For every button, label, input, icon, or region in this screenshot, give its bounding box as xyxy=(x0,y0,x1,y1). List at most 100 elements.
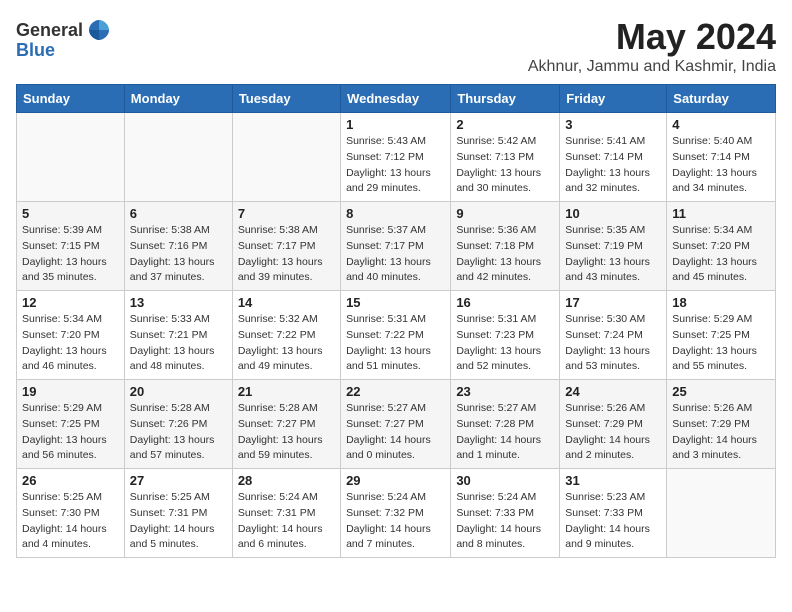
day-info: Sunrise: 5:33 AM Sunset: 7:21 PM Dayligh… xyxy=(130,312,227,375)
calendar-cell: 4 Sunrise: 5:40 AM Sunset: 7:14 PM Daylig… xyxy=(667,113,776,202)
calendar-cell: 2Sunrise: 5:42 AM Sunset: 7:13 PM Daylig… xyxy=(451,113,560,202)
calendar-cell: 18 Sunrise: 5:29 AM Sunset: 7:25 PM Dayli… xyxy=(667,291,776,380)
calendar-cell: 21 Sunrise: 5:28 AM Sunset: 7:27 PM Dayli… xyxy=(232,380,340,469)
day-info: Sunrise: 5:34 AM Sunset: 7:20 PM Dayligh… xyxy=(22,312,119,375)
calendar-week-row: 5 Sunrise: 5:39 AM Sunset: 7:15 PM Daylig… xyxy=(17,202,776,291)
day-number: 21 xyxy=(238,384,335,399)
day-number: 31 xyxy=(565,473,661,488)
day-info: Sunrise: 5:34 AM Sunset: 7:20 PM Dayligh… xyxy=(672,223,770,286)
day-info: Sunrise: 5:27 AM Sunset: 7:27 PM Dayligh… xyxy=(346,401,445,464)
day-number: 12 xyxy=(22,295,119,310)
calendar-cell: 16Sunrise: 5:31 AM Sunset: 7:23 PM Dayli… xyxy=(451,291,560,380)
day-number: 29 xyxy=(346,473,445,488)
day-info: Sunrise: 5:39 AM Sunset: 7:15 PM Dayligh… xyxy=(22,223,119,286)
day-number: 20 xyxy=(130,384,227,399)
calendar-cell: 6 Sunrise: 5:38 AM Sunset: 7:16 PM Daylig… xyxy=(124,202,232,291)
day-number: 17 xyxy=(565,295,661,310)
day-info: Sunrise: 5:24 AM Sunset: 7:31 PM Dayligh… xyxy=(238,490,335,553)
page-title: May 2024 xyxy=(528,16,776,58)
day-info: Sunrise: 5:24 AM Sunset: 7:33 PM Dayligh… xyxy=(456,490,554,553)
calendar-cell: 25Sunrise: 5:26 AM Sunset: 7:29 PM Dayli… xyxy=(667,380,776,469)
logo: General Blue xyxy=(16,16,113,61)
calendar-cell: 13 Sunrise: 5:33 AM Sunset: 7:21 PM Dayli… xyxy=(124,291,232,380)
day-number: 19 xyxy=(22,384,119,399)
title-block: May 2024 Akhnur, Jammu and Kashmir, Indi… xyxy=(528,16,776,76)
day-number: 28 xyxy=(238,473,335,488)
calendar-cell: 7Sunrise: 5:38 AM Sunset: 7:17 PM Daylig… xyxy=(232,202,340,291)
calendar-cell: 30 Sunrise: 5:24 AM Sunset: 7:33 PM Dayli… xyxy=(451,469,560,558)
logo-text-general: General xyxy=(16,20,83,41)
day-info: Sunrise: 5:28 AM Sunset: 7:26 PM Dayligh… xyxy=(130,401,227,464)
calendar-week-row: 12 Sunrise: 5:34 AM Sunset: 7:20 PM Dayli… xyxy=(17,291,776,380)
page-subtitle: Akhnur, Jammu and Kashmir, India xyxy=(528,58,776,76)
day-number: 6 xyxy=(130,206,227,221)
day-info: Sunrise: 5:25 AM Sunset: 7:31 PM Dayligh… xyxy=(130,490,227,553)
calendar-cell: 19 Sunrise: 5:29 AM Sunset: 7:25 PM Dayli… xyxy=(17,380,125,469)
day-number: 8 xyxy=(346,206,445,221)
calendar-cell: 5 Sunrise: 5:39 AM Sunset: 7:15 PM Daylig… xyxy=(17,202,125,291)
weekday-header-saturday: Saturday xyxy=(667,85,776,113)
day-info: Sunrise: 5:28 AM Sunset: 7:27 PM Dayligh… xyxy=(238,401,335,464)
calendar-week-row: 1Sunrise: 5:43 AM Sunset: 7:12 PM Daylig… xyxy=(17,113,776,202)
day-number: 27 xyxy=(130,473,227,488)
day-info: Sunrise: 5:27 AM Sunset: 7:28 PM Dayligh… xyxy=(456,401,554,464)
day-info: Sunrise: 5:24 AM Sunset: 7:32 PM Dayligh… xyxy=(346,490,445,553)
day-number: 10 xyxy=(565,206,661,221)
calendar-cell: 27 Sunrise: 5:25 AM Sunset: 7:31 PM Dayli… xyxy=(124,469,232,558)
day-info: Sunrise: 5:40 AM Sunset: 7:14 PM Dayligh… xyxy=(672,134,770,197)
day-number: 13 xyxy=(130,295,227,310)
day-info: Sunrise: 5:31 AM Sunset: 7:23 PM Dayligh… xyxy=(456,312,554,375)
calendar-cell: 26Sunrise: 5:25 AM Sunset: 7:30 PM Dayli… xyxy=(17,469,125,558)
calendar-cell: 8 Sunrise: 5:37 AM Sunset: 7:17 PM Daylig… xyxy=(341,202,451,291)
calendar-cell: 24 Sunrise: 5:26 AM Sunset: 7:29 PM Dayli… xyxy=(560,380,667,469)
day-info: Sunrise: 5:41 AM Sunset: 7:14 PM Dayligh… xyxy=(565,134,661,197)
day-info: Sunrise: 5:42 AM Sunset: 7:13 PM Dayligh… xyxy=(456,134,554,197)
day-info: Sunrise: 5:37 AM Sunset: 7:17 PM Dayligh… xyxy=(346,223,445,286)
day-number: 4 xyxy=(672,117,770,132)
calendar-cell xyxy=(667,469,776,558)
day-info: Sunrise: 5:31 AM Sunset: 7:22 PM Dayligh… xyxy=(346,312,445,375)
day-info: Sunrise: 5:36 AM Sunset: 7:18 PM Dayligh… xyxy=(456,223,554,286)
day-number: 24 xyxy=(565,384,661,399)
day-number: 14 xyxy=(238,295,335,310)
calendar-header-row: SundayMondayTuesdayWednesdayThursdayFrid… xyxy=(17,85,776,113)
day-info: Sunrise: 5:29 AM Sunset: 7:25 PM Dayligh… xyxy=(22,401,119,464)
calendar-cell xyxy=(232,113,340,202)
calendar-cell: 31 Sunrise: 5:23 AM Sunset: 7:33 PM Dayli… xyxy=(560,469,667,558)
weekday-header-friday: Friday xyxy=(560,85,667,113)
calendar-week-row: 26Sunrise: 5:25 AM Sunset: 7:30 PM Dayli… xyxy=(17,469,776,558)
calendar-cell: 10Sunrise: 5:35 AM Sunset: 7:19 PM Dayli… xyxy=(560,202,667,291)
day-info: Sunrise: 5:43 AM Sunset: 7:12 PM Dayligh… xyxy=(346,134,445,197)
calendar-cell xyxy=(17,113,125,202)
day-info: Sunrise: 5:32 AM Sunset: 7:22 PM Dayligh… xyxy=(238,312,335,375)
calendar-cell: 1Sunrise: 5:43 AM Sunset: 7:12 PM Daylig… xyxy=(341,113,451,202)
calendar-cell: 20 Sunrise: 5:28 AM Sunset: 7:26 PM Dayli… xyxy=(124,380,232,469)
day-info: Sunrise: 5:26 AM Sunset: 7:29 PM Dayligh… xyxy=(565,401,661,464)
day-number: 11 xyxy=(672,206,770,221)
logo-text-blue: Blue xyxy=(16,40,55,61)
calendar-week-row: 19 Sunrise: 5:29 AM Sunset: 7:25 PM Dayli… xyxy=(17,380,776,469)
day-number: 9 xyxy=(456,206,554,221)
day-info: Sunrise: 5:38 AM Sunset: 7:16 PM Dayligh… xyxy=(130,223,227,286)
day-number: 18 xyxy=(672,295,770,310)
weekday-header-sunday: Sunday xyxy=(17,85,125,113)
day-number: 15 xyxy=(346,295,445,310)
calendar-cell xyxy=(124,113,232,202)
day-number: 5 xyxy=(22,206,119,221)
calendar-cell: 14 Sunrise: 5:32 AM Sunset: 7:22 PM Dayli… xyxy=(232,291,340,380)
weekday-header-monday: Monday xyxy=(124,85,232,113)
day-info: Sunrise: 5:23 AM Sunset: 7:33 PM Dayligh… xyxy=(565,490,661,553)
calendar-cell: 12 Sunrise: 5:34 AM Sunset: 7:20 PM Dayli… xyxy=(17,291,125,380)
day-number: 23 xyxy=(456,384,554,399)
day-number: 30 xyxy=(456,473,554,488)
day-info: Sunrise: 5:26 AM Sunset: 7:29 PM Dayligh… xyxy=(672,401,770,464)
logo-icon xyxy=(85,16,113,44)
day-info: Sunrise: 5:29 AM Sunset: 7:25 PM Dayligh… xyxy=(672,312,770,375)
day-number: 7 xyxy=(238,206,335,221)
calendar-cell: 15 Sunrise: 5:31 AM Sunset: 7:22 PM Dayli… xyxy=(341,291,451,380)
calendar-cell: 9 Sunrise: 5:36 AM Sunset: 7:18 PM Daylig… xyxy=(451,202,560,291)
calendar-cell: 3Sunrise: 5:41 AM Sunset: 7:14 PM Daylig… xyxy=(560,113,667,202)
day-info: Sunrise: 5:30 AM Sunset: 7:24 PM Dayligh… xyxy=(565,312,661,375)
calendar-cell: 17 Sunrise: 5:30 AM Sunset: 7:24 PM Dayli… xyxy=(560,291,667,380)
day-number: 22 xyxy=(346,384,445,399)
